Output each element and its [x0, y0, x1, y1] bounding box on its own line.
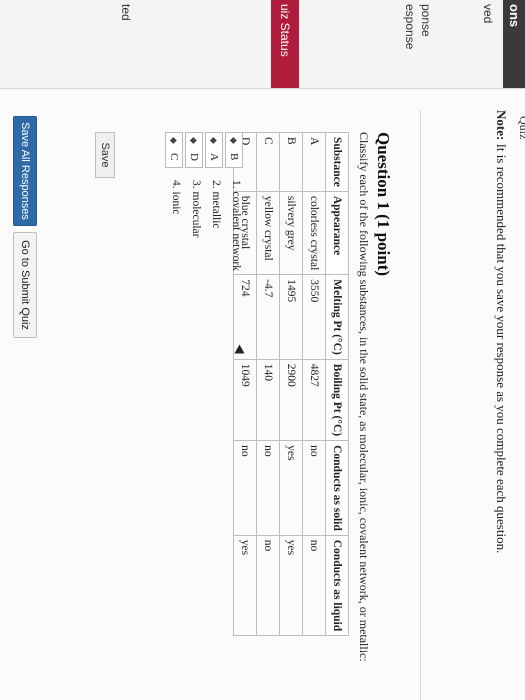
header-appearance: Appearance [325, 191, 349, 275]
option-label: 2. metallic [210, 180, 222, 229]
match-select-4[interactable]: ◆ C [165, 132, 183, 168]
table-cell: no [256, 440, 280, 536]
header-conducts-liquid: Conducts as liquid [325, 535, 349, 636]
select-value: A [208, 153, 220, 161]
match-row: ◆ D 3. molecular [183, 132, 203, 272]
match-row: ◆ A 2. metallic [203, 132, 223, 272]
updown-arrow-icon: ◆ [169, 137, 179, 144]
select-value: C [168, 153, 180, 161]
sidebar-header: ons [503, 0, 525, 88]
mouse-pointer-icon [234, 344, 245, 354]
table-cell: 1495 [279, 274, 303, 360]
option-label: 3. molecular [190, 180, 202, 238]
sidebar-item-saved[interactable]: ved [481, 4, 495, 23]
table-cell: 140 [256, 359, 280, 441]
question-prompt: Classify each of the following substance… [357, 132, 371, 662]
header-boiling-pt: Boiling Pt (°C) [325, 359, 349, 441]
sidebar-item-response[interactable]: ponse [419, 4, 433, 37]
substance-table: Substance Appearance Melting Pt (°C) Boi… [233, 132, 349, 636]
table-cell: 3550 [302, 274, 326, 360]
note-text: It is recommended that you save your res… [494, 143, 509, 554]
match-select-2[interactable]: ◆ A [205, 132, 223, 168]
save-all-responses-button[interactable]: Save All Responses [13, 116, 37, 226]
go-to-submit-quiz-button[interactable]: Go to Submit Quiz [13, 232, 37, 338]
match-row: ◆ B 1. covalent network [223, 132, 243, 272]
table-row: A colorless crystal 3550 4827 no no [302, 132, 326, 636]
updown-arrow-icon: ◆ [229, 137, 239, 144]
header-melting-pt: Melting Pt (°C) [325, 274, 349, 360]
table-cell: yes [279, 440, 303, 536]
match-select-1[interactable]: ◆ B [225, 132, 243, 168]
main-content: Quiz Note: It is recommended that you sa… [0, 96, 525, 700]
table-cell: 2900 [279, 359, 303, 441]
note-label: Note: [494, 110, 509, 141]
table-cell: 1049 [233, 359, 257, 441]
table-row: B silvery grey 1495 2900 yes yes [279, 132, 303, 636]
match-select-3[interactable]: ◆ D [185, 132, 203, 168]
table-cell: no [302, 440, 326, 536]
option-label: 4. ionic [170, 180, 182, 215]
save-note: Note: It is recommended that you save yo… [493, 110, 509, 553]
table-cell: silvery grey [279, 191, 303, 275]
table-cell: yes [279, 535, 303, 636]
select-value: D [188, 153, 200, 161]
table-cell: -4.7 [256, 274, 280, 360]
table-cell: yes [233, 535, 257, 636]
sidebar: ons ved ponse esponse uiz Status ted [0, 0, 525, 89]
match-row: ◆ C 4. ionic [163, 132, 183, 272]
sidebar-item-response-2[interactable]: esponse [403, 4, 417, 49]
table-cell: no [233, 440, 257, 536]
quiz-page: ons ved ponse esponse uiz Status ted Qui… [0, 0, 525, 700]
updown-arrow-icon: ◆ [189, 137, 199, 144]
table-cell: C [256, 132, 280, 192]
table-cell: colorless crystal [302, 191, 326, 275]
table-cell: no [256, 535, 280, 636]
table-header-row: Substance Appearance Melting Pt (°C) Boi… [325, 132, 349, 636]
table-row: C yellow crystal -4.7 140 no no [256, 132, 280, 636]
select-value: B [228, 153, 240, 161]
sidebar-item-submitted[interactable]: ted [119, 4, 133, 21]
header-conducts-solid: Conducts as solid [325, 440, 349, 536]
table-cell: B [279, 132, 303, 192]
header-substance: Substance [325, 132, 349, 192]
updown-arrow-icon: ◆ [209, 137, 219, 144]
table-cell: no [302, 535, 326, 636]
quiz-status-bar[interactable]: uiz Status [271, 0, 299, 88]
table-cell: 4827 [302, 359, 326, 441]
save-button[interactable]: Save [95, 132, 115, 178]
option-label: 1. covalent network [230, 180, 242, 272]
table-cell: A [302, 132, 326, 192]
page-title-fragment: Quiz [517, 116, 525, 140]
divider [420, 110, 421, 700]
table-cell: yellow crystal [256, 191, 280, 275]
question-title: Question 1 (1 point) [374, 132, 393, 277]
